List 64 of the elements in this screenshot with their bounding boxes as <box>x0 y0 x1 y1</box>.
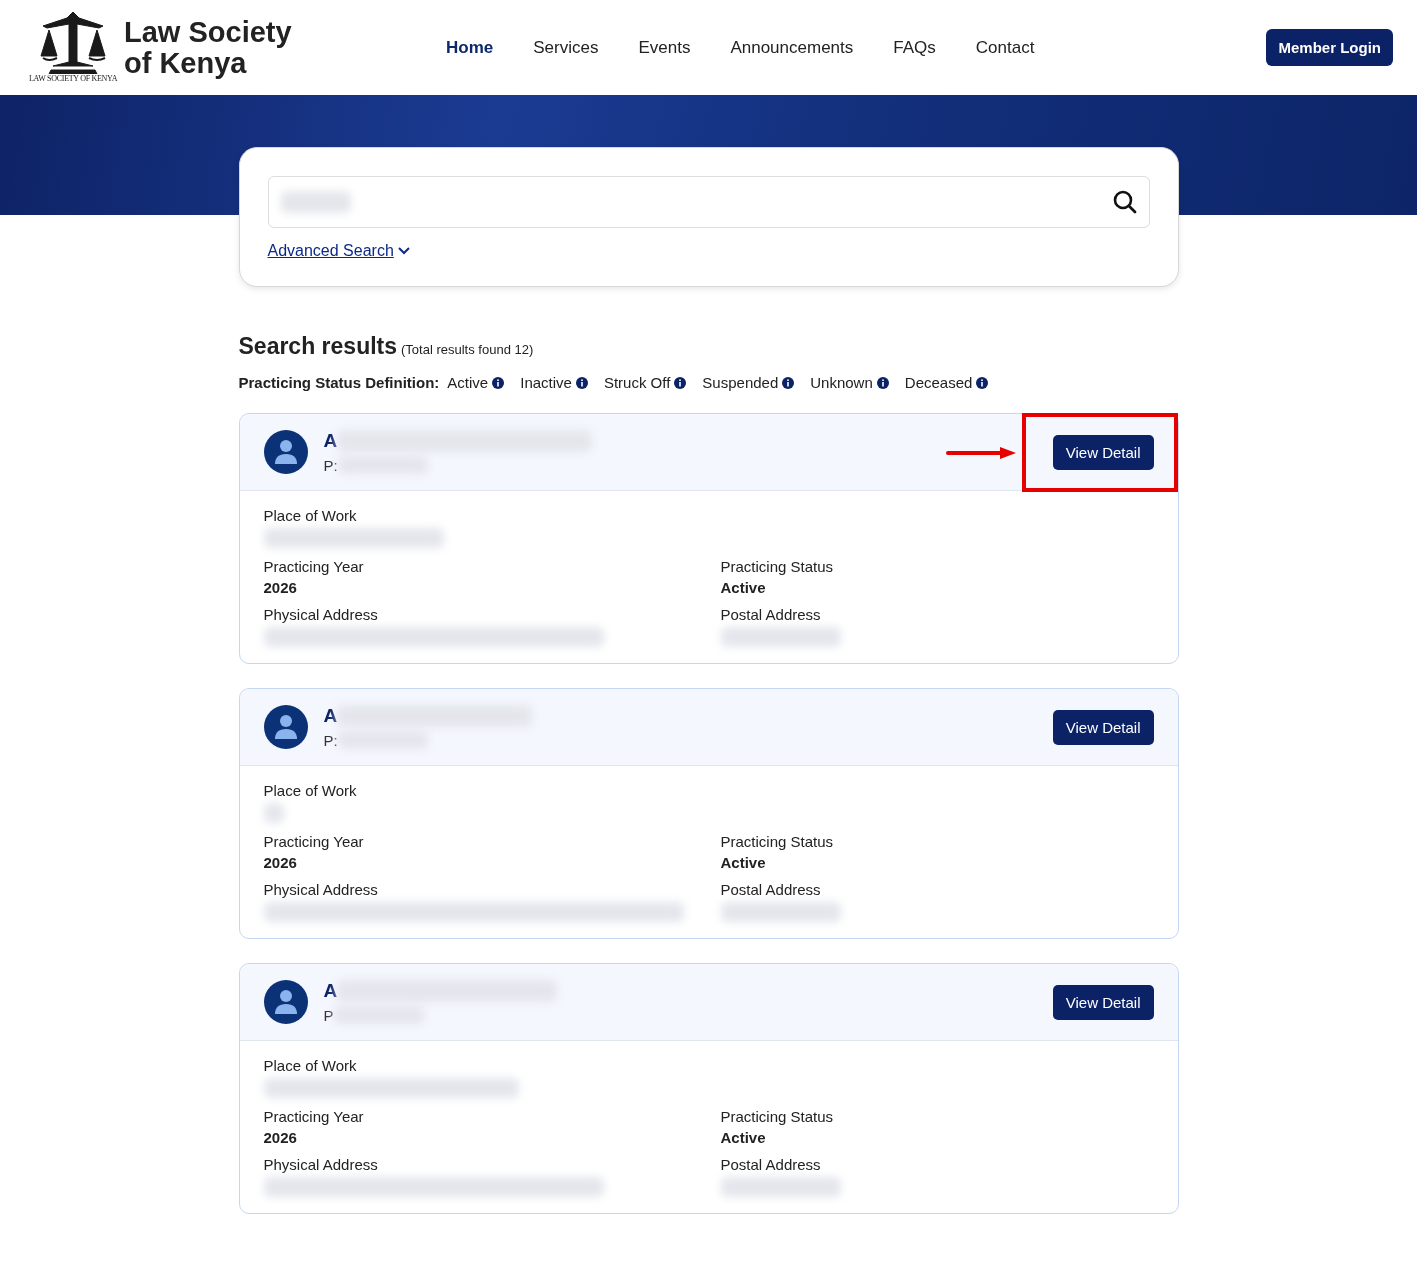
legend-label: Practicing Status Definition: <box>238 374 440 391</box>
field-value: 2026 <box>263 1129 298 1146</box>
member-login-button[interactable]: Member Login <box>1266 29 1393 66</box>
field-label: Postal Address <box>720 606 822 623</box>
field-label: Practicing Status <box>720 833 835 850</box>
field-label: Physical Address <box>263 881 379 898</box>
status-label: Deceased <box>904 374 973 391</box>
info-icon[interactable] <box>976 376 989 389</box>
redacted-text <box>263 803 284 823</box>
status-label: Unknown <box>810 374 873 391</box>
field-label: Postal Address <box>720 881 822 898</box>
search-field[interactable] <box>267 176 1150 228</box>
field-label: Physical Address <box>263 1156 379 1173</box>
info-icon[interactable] <box>674 376 687 389</box>
info-icon[interactable] <box>876 376 889 389</box>
nav-link[interactable]: Home <box>446 37 494 58</box>
search-icon[interactable] <box>1112 190 1137 214</box>
results-heading: Search results <box>238 333 398 360</box>
advanced-search-link[interactable]: Advanced Search <box>267 242 410 260</box>
nav-link[interactable]: Events <box>638 37 691 58</box>
field-label: Practicing Year <box>263 1108 365 1125</box>
member-number: P: <box>323 731 338 749</box>
field-label: Practicing Year <box>263 558 365 575</box>
view-detail-button[interactable]: View Detail <box>1052 434 1154 470</box>
field-value: 2026 <box>263 854 298 871</box>
member-number: P <box>323 1006 334 1024</box>
field-value: Active <box>720 1129 767 1146</box>
nav-link[interactable]: Announcements <box>730 37 854 58</box>
site-title[interactable]: Law Society of Kenya <box>124 16 304 79</box>
info-icon[interactable] <box>575 376 588 389</box>
avatar-icon <box>263 980 308 1024</box>
logo-caption: LAW SOCIETY OF KENYA <box>28 74 118 83</box>
status-label: Struck Off <box>603 374 671 391</box>
info-icon[interactable] <box>492 376 505 389</box>
scales-logo-icon <box>37 12 109 74</box>
avatar-icon <box>263 705 308 749</box>
chevron-down-icon[interactable] <box>397 247 410 255</box>
field-value: 2026 <box>263 579 298 596</box>
field-label: Place of Work <box>263 507 358 524</box>
field-value: Active <box>720 854 767 871</box>
info-icon[interactable] <box>782 376 795 389</box>
field-label: Practicing Year <box>263 833 365 850</box>
field-label: Postal Address <box>720 1156 822 1173</box>
nav-link[interactable]: Contact <box>975 37 1035 58</box>
redacted-text <box>280 191 351 213</box>
avatar-icon <box>263 430 308 474</box>
field-label: Practicing Status <box>720 558 835 575</box>
member-number: P: <box>323 456 338 474</box>
status-label: Inactive <box>520 374 572 391</box>
view-detail-button[interactable]: View Detail <box>1052 709 1154 745</box>
member-name: A <box>323 430 338 452</box>
member-name: A <box>323 980 338 1002</box>
field-label: Place of Work <box>263 1057 358 1074</box>
member-name: A <box>323 705 338 727</box>
results-count: (Total results found 12) <box>401 342 534 357</box>
nav-link[interactable]: FAQs <box>893 37 936 58</box>
view-detail-button[interactable]: View Detail <box>1052 984 1154 1020</box>
status-label: Suspended <box>702 374 779 391</box>
nav-link[interactable]: Services <box>533 37 599 58</box>
field-value: Active <box>720 579 767 596</box>
field-label: Physical Address <box>263 606 379 623</box>
field-label: Place of Work <box>263 782 358 799</box>
status-label: Active <box>447 374 489 391</box>
field-label: Practicing Status <box>720 1108 835 1125</box>
